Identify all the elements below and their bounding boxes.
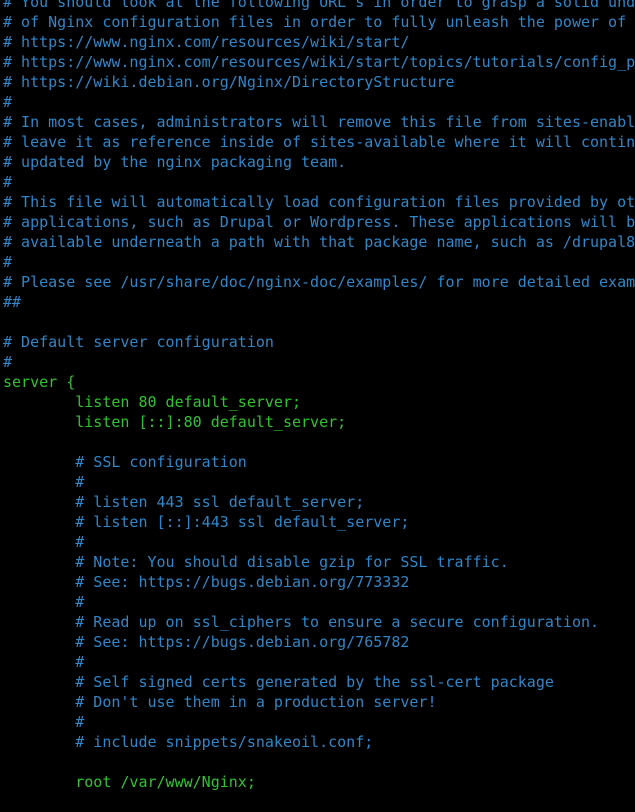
comment-line: # Read up on ssl_ciphers to ensure a sec… bbox=[3, 613, 600, 631]
comment-line: # SSL configuration bbox=[3, 453, 247, 471]
comment-line: # bbox=[3, 713, 85, 731]
comment-line: # available underneath a path with that … bbox=[3, 233, 635, 251]
terminal-window[interactable]: # You should look at the following URL's… bbox=[0, 0, 635, 812]
comment-line: # bbox=[3, 473, 85, 491]
comment-line: # applications, such as Drupal or Wordpr… bbox=[3, 213, 635, 231]
comment-line: # updated by the nginx packaging team. bbox=[3, 153, 347, 171]
comment-line: # https://wiki.debian.org/Nginx/Director… bbox=[3, 73, 455, 91]
comment-line: # Don't use them in a production server! bbox=[3, 693, 437, 711]
comment-line: ## bbox=[3, 293, 22, 311]
comment-line: # https://www.nginx.com/resources/wiki/s… bbox=[3, 53, 635, 71]
comment-line: # In most cases, administrators will rem… bbox=[3, 113, 635, 131]
comment-line: # bbox=[3, 533, 85, 551]
comment-line: # This file will automatically load conf… bbox=[3, 193, 635, 211]
comment-line: # bbox=[3, 653, 85, 671]
comment-line: # You should look at the following URL's… bbox=[3, 0, 635, 11]
comment-line: # listen 443 ssl default_server; bbox=[3, 493, 365, 511]
comment-line: # of Nginx configuration files in order … bbox=[3, 13, 635, 31]
text-buffer[interactable]: # You should look at the following URL's… bbox=[3, 0, 635, 812]
comment-line: # bbox=[3, 353, 13, 371]
comment-line: # Self signed certs generated by the ssl… bbox=[3, 673, 554, 691]
comment-line: # See: https://bugs.debian.org/773332 bbox=[3, 573, 410, 591]
config-directive-line: listen 80 default_server; bbox=[3, 393, 302, 411]
comment-line: # Please see /usr/share/doc/nginx-doc/ex… bbox=[3, 273, 635, 291]
comment-line: # listen [::]:443 ssl default_server; bbox=[3, 513, 410, 531]
comment-line: # Note: You should disable gzip for SSL … bbox=[3, 553, 509, 571]
comment-line: # https://www.nginx.com/resources/wiki/s… bbox=[3, 33, 410, 51]
config-directive-line: server { bbox=[3, 373, 76, 391]
comment-line: # bbox=[3, 253, 13, 271]
config-directive-line: listen [::]:80 default_server; bbox=[3, 413, 347, 431]
config-directive-line: root /var/www/Nginx; bbox=[3, 773, 256, 791]
comment-line: # bbox=[3, 173, 13, 191]
comment-line: # See: https://bugs.debian.org/765782 bbox=[3, 633, 410, 651]
comment-line: # Default server configuration bbox=[3, 333, 274, 351]
comment-line: # include snippets/snakeoil.conf; bbox=[3, 733, 374, 751]
comment-line: # leave it as reference inside of sites-… bbox=[3, 133, 635, 151]
comment-line: # bbox=[3, 593, 85, 611]
comment-line: # bbox=[3, 93, 13, 111]
